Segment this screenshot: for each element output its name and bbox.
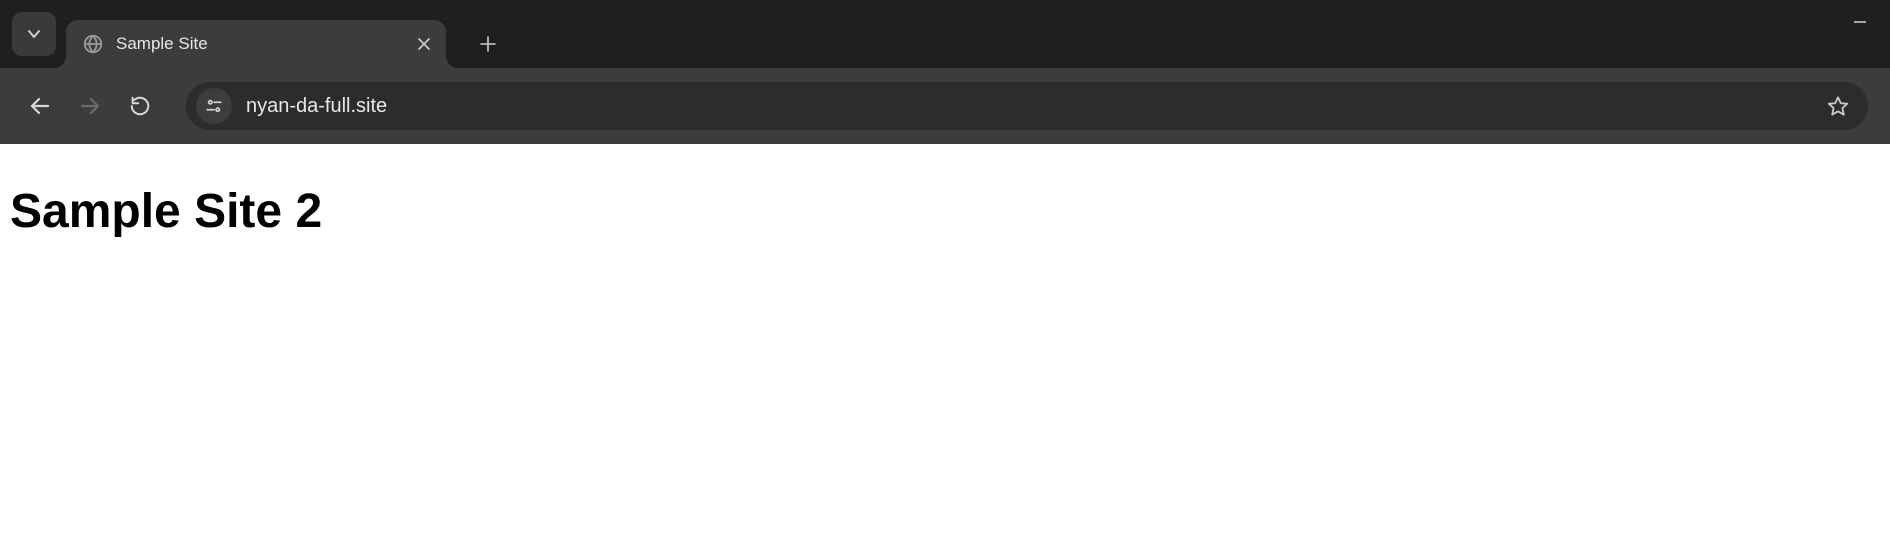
page-viewport: Sample Site 2 [0, 144, 1890, 554]
new-tab-button[interactable] [470, 26, 506, 62]
tab-search-button[interactable] [12, 12, 56, 56]
tab-title: Sample Site [116, 34, 208, 54]
window-minimize-button[interactable] [1830, 0, 1890, 44]
chevron-down-icon [26, 26, 42, 42]
reload-icon [129, 95, 151, 117]
toolbar: nyan-da-full.site [0, 68, 1890, 144]
browser-tab[interactable]: Sample Site [66, 20, 446, 68]
plus-icon [480, 36, 496, 52]
star-icon [1827, 95, 1849, 117]
address-bar-url: nyan-da-full.site [246, 95, 1820, 118]
site-info-button[interactable] [196, 88, 232, 124]
globe-icon [82, 33, 104, 55]
minimize-icon [1852, 14, 1868, 30]
page-heading: Sample Site 2 [10, 184, 1880, 239]
arrow-left-icon [28, 94, 52, 118]
tab-strip: Sample Site [0, 0, 1890, 68]
address-bar[interactable]: nyan-da-full.site [186, 82, 1868, 130]
reload-button[interactable] [118, 84, 162, 128]
window-controls [1830, 0, 1890, 48]
tab-close-button[interactable] [414, 34, 434, 54]
arrow-right-icon [78, 94, 102, 118]
back-button[interactable] [18, 84, 62, 128]
close-icon [417, 37, 431, 51]
forward-button[interactable] [68, 84, 112, 128]
site-settings-icon [205, 97, 223, 115]
bookmark-button[interactable] [1820, 88, 1856, 124]
